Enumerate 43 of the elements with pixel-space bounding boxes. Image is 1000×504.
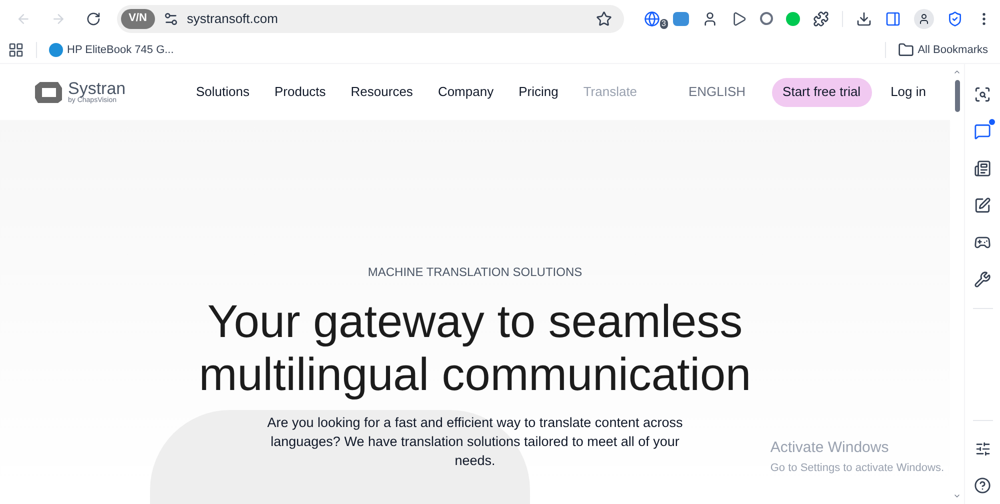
extensions-icon[interactable] [812,10,829,26]
tools-panel-icon[interactable] [974,271,991,288]
customize-icon[interactable] [974,441,990,457]
login-link[interactable]: Log in [890,82,926,102]
games-panel-icon[interactable] [974,234,991,251]
nav-link[interactable]: Pricing [518,82,558,102]
shield-icon[interactable] [946,10,963,26]
hero-eyebrow: MACHINE TRANSLATION SOLUTIONS [368,264,582,281]
download-icon[interactable] [856,10,872,26]
reload-icon[interactable] [86,10,101,26]
profile-avatar-icon[interactable] [914,8,934,28]
nav-link[interactable]: Solutions [196,82,250,102]
nav-link[interactable]: Resources [350,82,413,102]
hero-body: Are you looking for a fast and efficient way to translate content across languages? We have translation solutions tailored to meet all of your needs. [266,414,684,470]
scroll-down-icon[interactable] [953,492,961,500]
address-bar[interactable]: V/N systransoft.com [116,4,624,32]
apps-icon[interactable] [8,42,24,58]
logo-name: Systran [68,80,126,97]
extension-count-badge: 3 [660,18,668,28]
news-panel-icon[interactable] [974,160,991,177]
edit-panel-icon[interactable] [974,197,991,214]
start-free-trial-button[interactable]: Start free trial [772,78,872,106]
folder-icon [898,42,914,58]
activation-title: Activate Windows [770,438,890,458]
side-panel-icon[interactable] [884,10,901,26]
bookmark-link[interactable]: HP EliteBook 745 G... [49,42,174,58]
site-settings-icon[interactable] [162,10,179,26]
scroll-up-icon[interactable] [953,68,961,76]
profile-extension-icon[interactable] [702,10,718,26]
play-icon[interactable] [730,10,747,26]
language-link[interactable]: ENGLISH [688,82,746,102]
nav-link[interactable]: Products [274,82,326,102]
nav-link[interactable]: Company [438,82,494,102]
logo-icon [34,80,64,104]
vpn-badge[interactable]: V/N [120,8,155,28]
extension-icon[interactable] [644,10,660,26]
help-icon[interactable] [974,477,991,494]
activation-subtitle: Go to Settings to activate Windows. [770,460,944,476]
bookmark-star-icon[interactable] [596,10,612,26]
search-panel-icon[interactable] [974,86,991,103]
all-bookmarks-link[interactable]: All Bookmarks [898,42,988,58]
hero-headline: Your gateway to seamless multilingual communication [198,295,752,401]
url-text: systransoft.com [186,10,278,28]
